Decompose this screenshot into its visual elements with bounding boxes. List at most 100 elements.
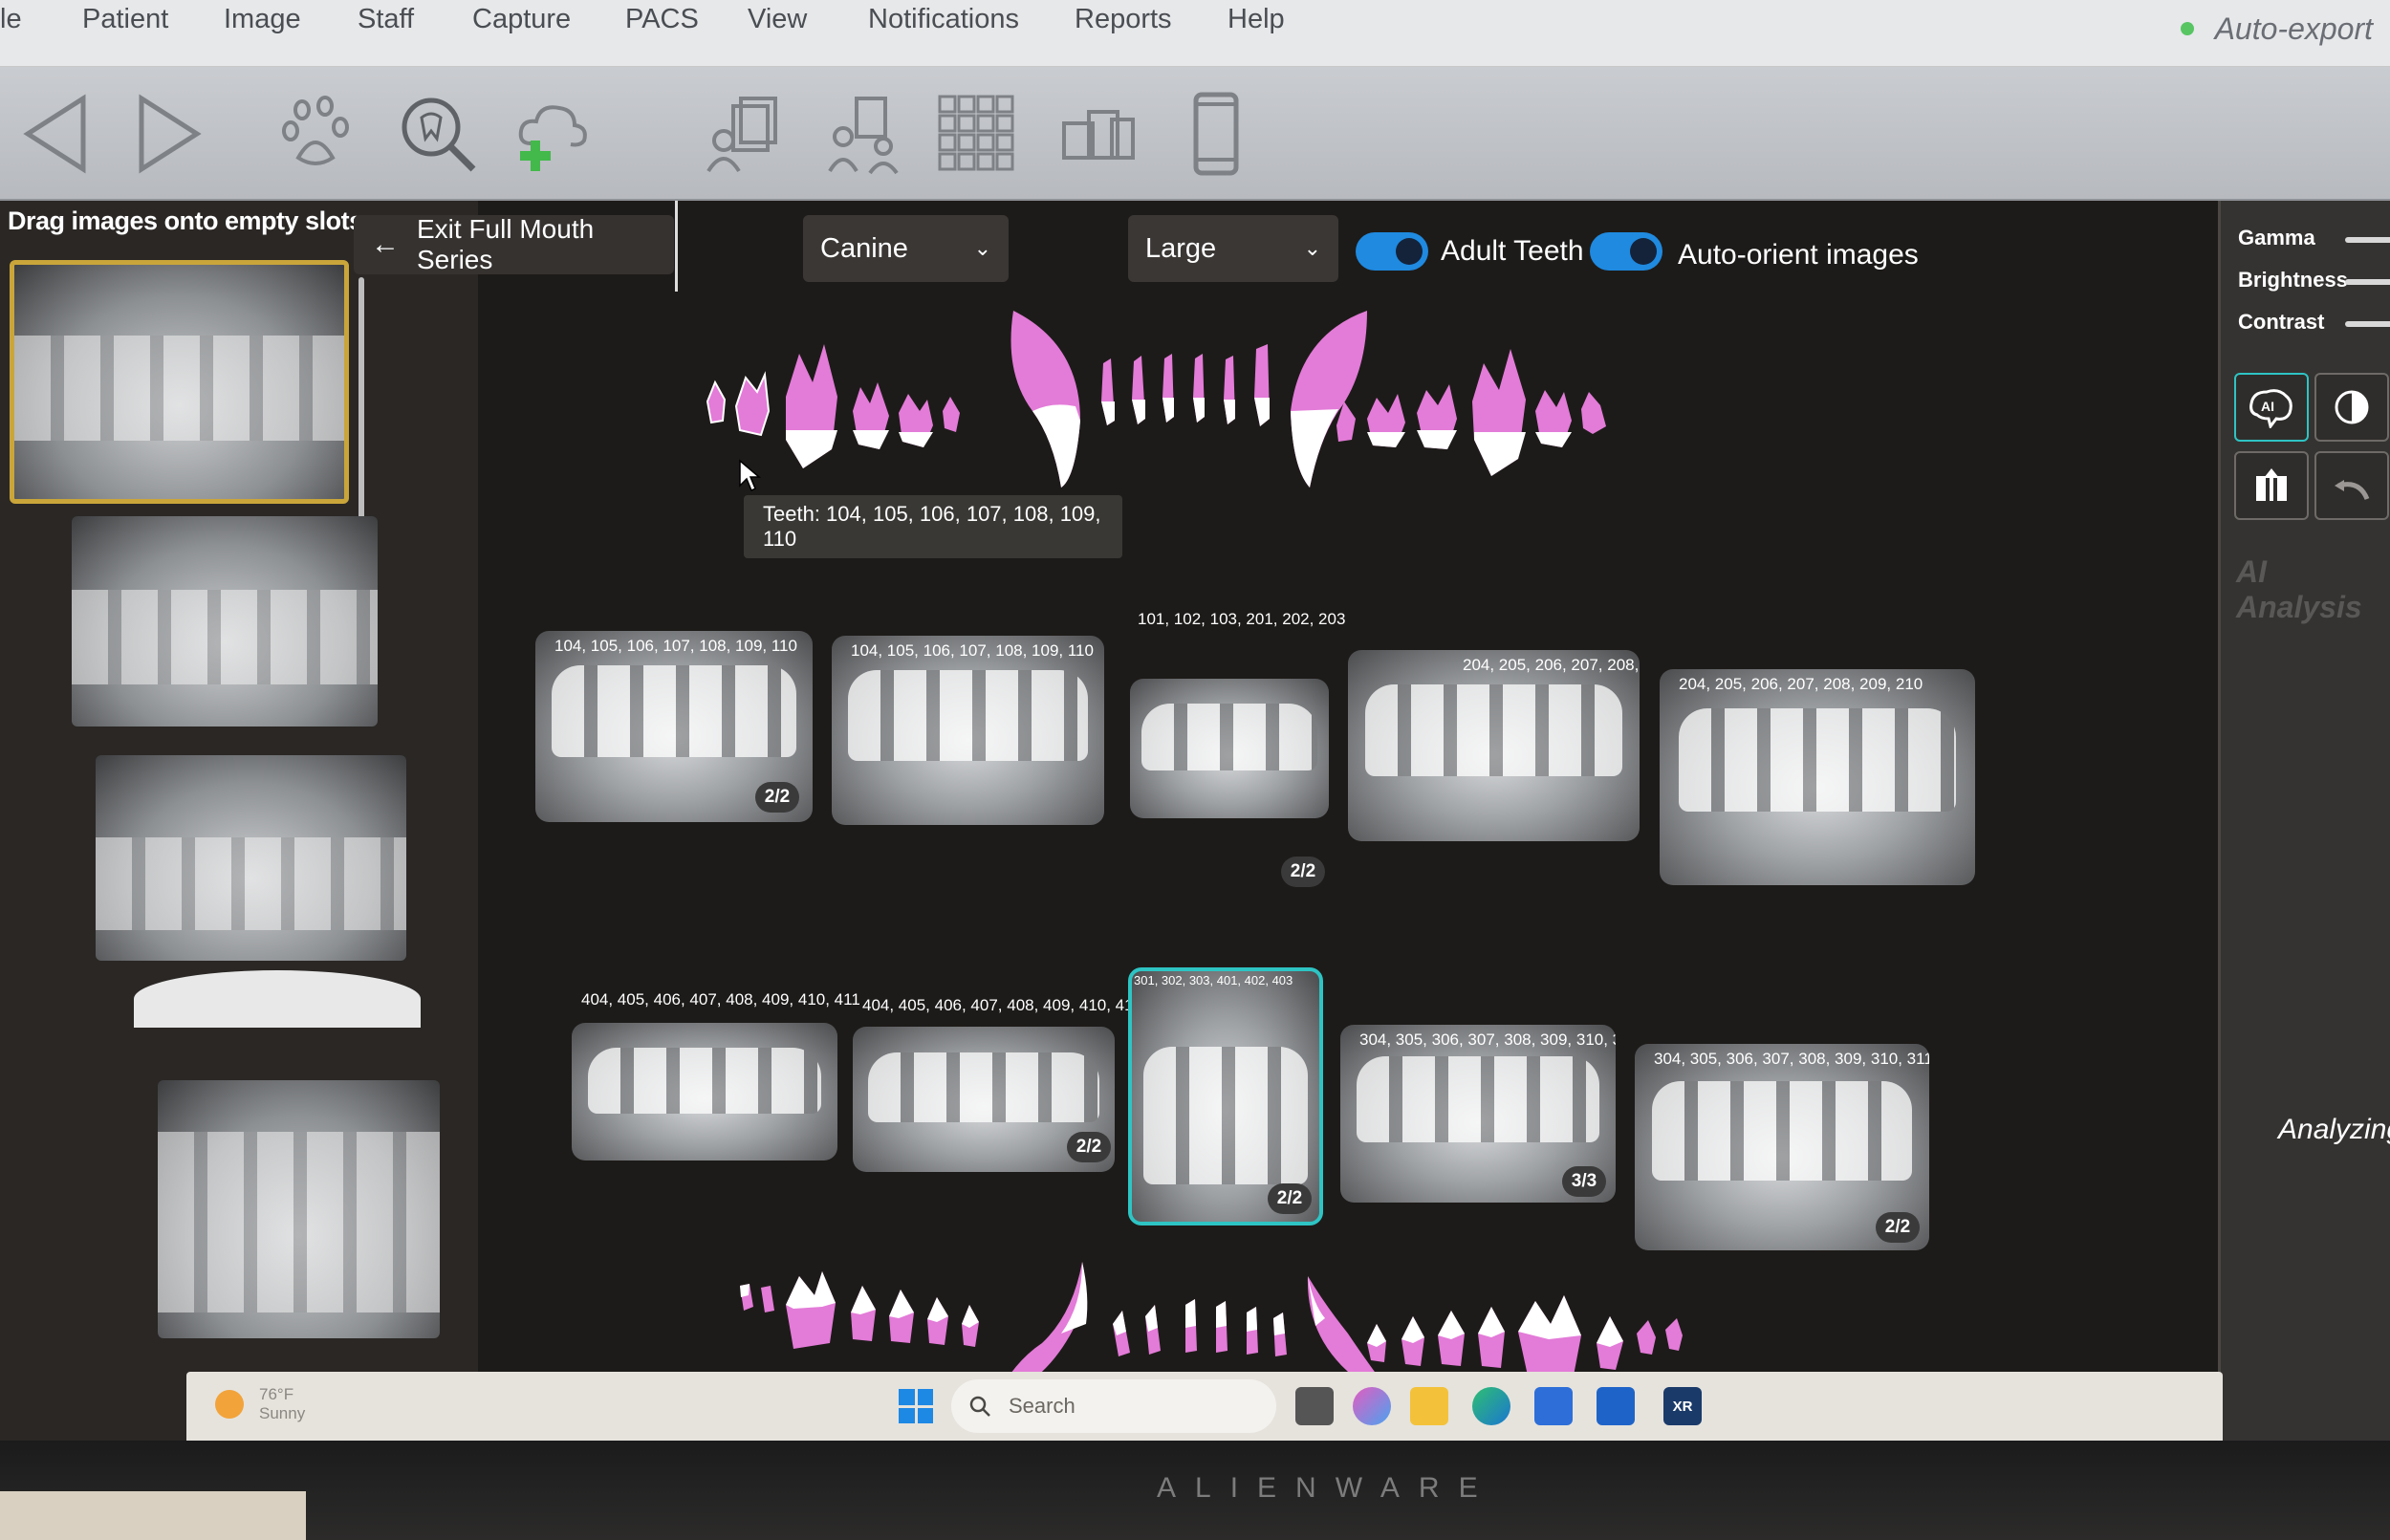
contrast-label: Contrast xyxy=(2238,310,2325,334)
staff-icon xyxy=(828,97,899,175)
slot-teeth-label: 404, 405, 406, 407, 408, 409, 410, 411 xyxy=(581,990,860,1009)
toolbar-divider xyxy=(675,201,678,292)
slot-image-counter[interactable]: 2/2 xyxy=(1268,1183,1312,1214)
sun-icon xyxy=(215,1390,244,1419)
weather-widget[interactable]: 76°F Sunny xyxy=(215,1385,305,1423)
tray-thumbnail[interactable] xyxy=(134,970,421,1028)
xray-slot-lower-2[interactable]: 2/2 xyxy=(853,1027,1115,1172)
slot-image-counter[interactable]: 2/2 xyxy=(755,782,799,813)
patient-species-button[interactable] xyxy=(272,86,368,182)
menu-image[interactable]: Image xyxy=(224,0,301,38)
slot-teeth-label: 104, 105, 106, 107, 108, 109, 110 xyxy=(851,641,1094,660)
find-patient-button[interactable] xyxy=(390,86,486,182)
flip-icon xyxy=(2256,468,2287,501)
exit-full-mouth-series-button[interactable]: ← Exit Full Mouth Series xyxy=(354,214,674,274)
lower-right-premolars[interactable] xyxy=(740,1271,979,1349)
tray-thumbnail[interactable] xyxy=(158,1080,440,1338)
file-explorer-icon[interactable] xyxy=(1410,1387,1448,1425)
edge-browser-icon[interactable] xyxy=(1472,1387,1510,1425)
xray-slot-upper-3[interactable] xyxy=(1130,679,1329,818)
menu-capture[interactable]: Capture xyxy=(472,0,571,38)
patient-records-button[interactable] xyxy=(698,86,793,182)
xray-slot-upper-5[interactable]: 204, 205, 206, 207, 208, 209, 210 xyxy=(1660,669,1975,885)
xray-slot-lower-5[interactable]: 304, 305, 306, 307, 308, 309, 310, 311 2… xyxy=(1635,1044,1929,1250)
upper-left-premolars[interactable] xyxy=(1336,349,1606,476)
store-icon[interactable] xyxy=(1534,1387,1573,1425)
lower-left-premolars[interactable] xyxy=(1367,1295,1683,1376)
auto-export-status[interactable]: Auto-export xyxy=(2180,0,2373,57)
tray-thumbnail[interactable] xyxy=(72,516,378,727)
upper-left-canine[interactable] xyxy=(1291,311,1367,488)
slot-image-counter[interactable]: 3/3 xyxy=(1562,1166,1606,1197)
taskbar-search[interactable]: Search xyxy=(951,1379,1276,1433)
menu-help[interactable]: Help xyxy=(1228,0,1285,38)
gamma-slider[interactable] xyxy=(2345,237,2390,243)
outlook-icon[interactable] xyxy=(1597,1387,1635,1425)
new-patient-button[interactable] xyxy=(507,86,602,182)
slot-teeth-label: 304, 305, 306, 307, 308, 309, 310, 311 xyxy=(1654,1050,1929,1068)
task-view-icon[interactable] xyxy=(1295,1387,1334,1425)
menu-file[interactable]: le xyxy=(0,0,22,38)
toggle-knob xyxy=(1630,238,1657,265)
auto-orient-toggle[interactable] xyxy=(1590,232,1662,271)
menu-pacs[interactable]: PACS xyxy=(625,0,699,38)
invert-button[interactable] xyxy=(2314,373,2389,442)
os-taskbar: 76°F Sunny Search XR xyxy=(186,1372,2223,1441)
upper-right-premolars[interactable] xyxy=(706,344,960,468)
brightness-slider[interactable] xyxy=(2345,279,2390,285)
size-dropdown[interactable]: Large ⌄ xyxy=(1128,215,1338,282)
xr-app-icon[interactable]: XR xyxy=(1663,1387,1702,1425)
tray-thumbnail[interactable] xyxy=(10,260,349,504)
lower-incisors[interactable] xyxy=(1113,1299,1287,1356)
contrast-slider[interactable] xyxy=(2345,321,2390,327)
slot-image-counter[interactable]: 2/2 xyxy=(1281,857,1325,887)
ai-icon: AI xyxy=(2249,389,2292,428)
upper-right-canine[interactable] xyxy=(1010,311,1081,488)
adult-teeth-toggle[interactable] xyxy=(1356,232,1428,271)
mobile-device-icon xyxy=(1193,92,1239,176)
xray-slot-lower-4[interactable]: 304, 305, 306, 307, 308, 309, 310, 311 3… xyxy=(1340,1025,1616,1203)
upper-teeth-chart[interactable] xyxy=(698,306,1797,507)
status-dot-icon xyxy=(2180,22,2194,35)
xray-slot-upper-4[interactable]: 204, 205, 206, 207, 208, 209, 210 xyxy=(1348,650,1640,841)
weather-description: Sunny xyxy=(259,1404,306,1422)
menu-reports[interactable]: Reports xyxy=(1075,0,1172,38)
image-tray-title: Drag images onto empty slots xyxy=(8,206,363,235)
radiograph-image xyxy=(1678,707,1957,813)
weather-temperature: 76°F xyxy=(259,1385,294,1403)
forward-button[interactable] xyxy=(120,86,215,182)
radiograph-image xyxy=(587,1047,822,1115)
contrast-icon xyxy=(2335,390,2369,424)
start-button-windows-icon[interactable] xyxy=(899,1389,933,1423)
tray-thumbnail[interactable] xyxy=(96,755,406,961)
menu-notifications[interactable]: Notifications xyxy=(868,0,1019,38)
xray-slot-upper-2[interactable]: 104, 105, 106, 107, 108, 109, 110 xyxy=(832,636,1104,825)
xray-slot-lower-3[interactable]: 301, 302, 303, 401, 402, 403 2/2 xyxy=(1128,967,1323,1225)
slot-image-counter[interactable]: 2/2 xyxy=(1067,1132,1111,1162)
radiograph-image xyxy=(868,1052,1099,1123)
menu-view[interactable]: View xyxy=(748,0,807,38)
flip-button[interactable] xyxy=(2234,451,2309,520)
search-icon xyxy=(969,1396,990,1417)
undo-button[interactable] xyxy=(2314,451,2389,520)
mobile-device-button[interactable] xyxy=(1168,86,1264,182)
xray-slot-lower-1[interactable] xyxy=(572,1023,837,1160)
species-dropdown[interactable]: Canine ⌄ xyxy=(803,215,1009,282)
menu-patient[interactable]: Patient xyxy=(82,0,168,38)
chevron-down-icon: ⌄ xyxy=(973,236,991,260)
image-tray: Drag images onto empty slots xyxy=(0,201,478,1463)
xray-slot-upper-1[interactable]: 104, 105, 106, 107, 108, 109, 110 2/2 xyxy=(535,631,813,822)
desk-surface xyxy=(0,1491,306,1540)
upper-incisors[interactable] xyxy=(1101,344,1270,426)
slot-image-counter[interactable]: 2/2 xyxy=(1876,1212,1920,1243)
copilot-icon[interactable] xyxy=(1353,1387,1391,1425)
size-value: Large xyxy=(1145,232,1217,264)
grid-view-button[interactable] xyxy=(929,86,1025,182)
staff-button[interactable] xyxy=(817,86,913,182)
multi-window-button[interactable] xyxy=(1050,86,1145,182)
slot-teeth-label: 304, 305, 306, 307, 308, 309, 310, 311 xyxy=(1359,1030,1616,1049)
back-button[interactable] xyxy=(10,86,105,182)
ai-analysis-button[interactable]: AI xyxy=(2234,373,2309,442)
menu-staff[interactable]: Staff xyxy=(358,0,414,38)
radiograph-image xyxy=(1652,1080,1912,1181)
